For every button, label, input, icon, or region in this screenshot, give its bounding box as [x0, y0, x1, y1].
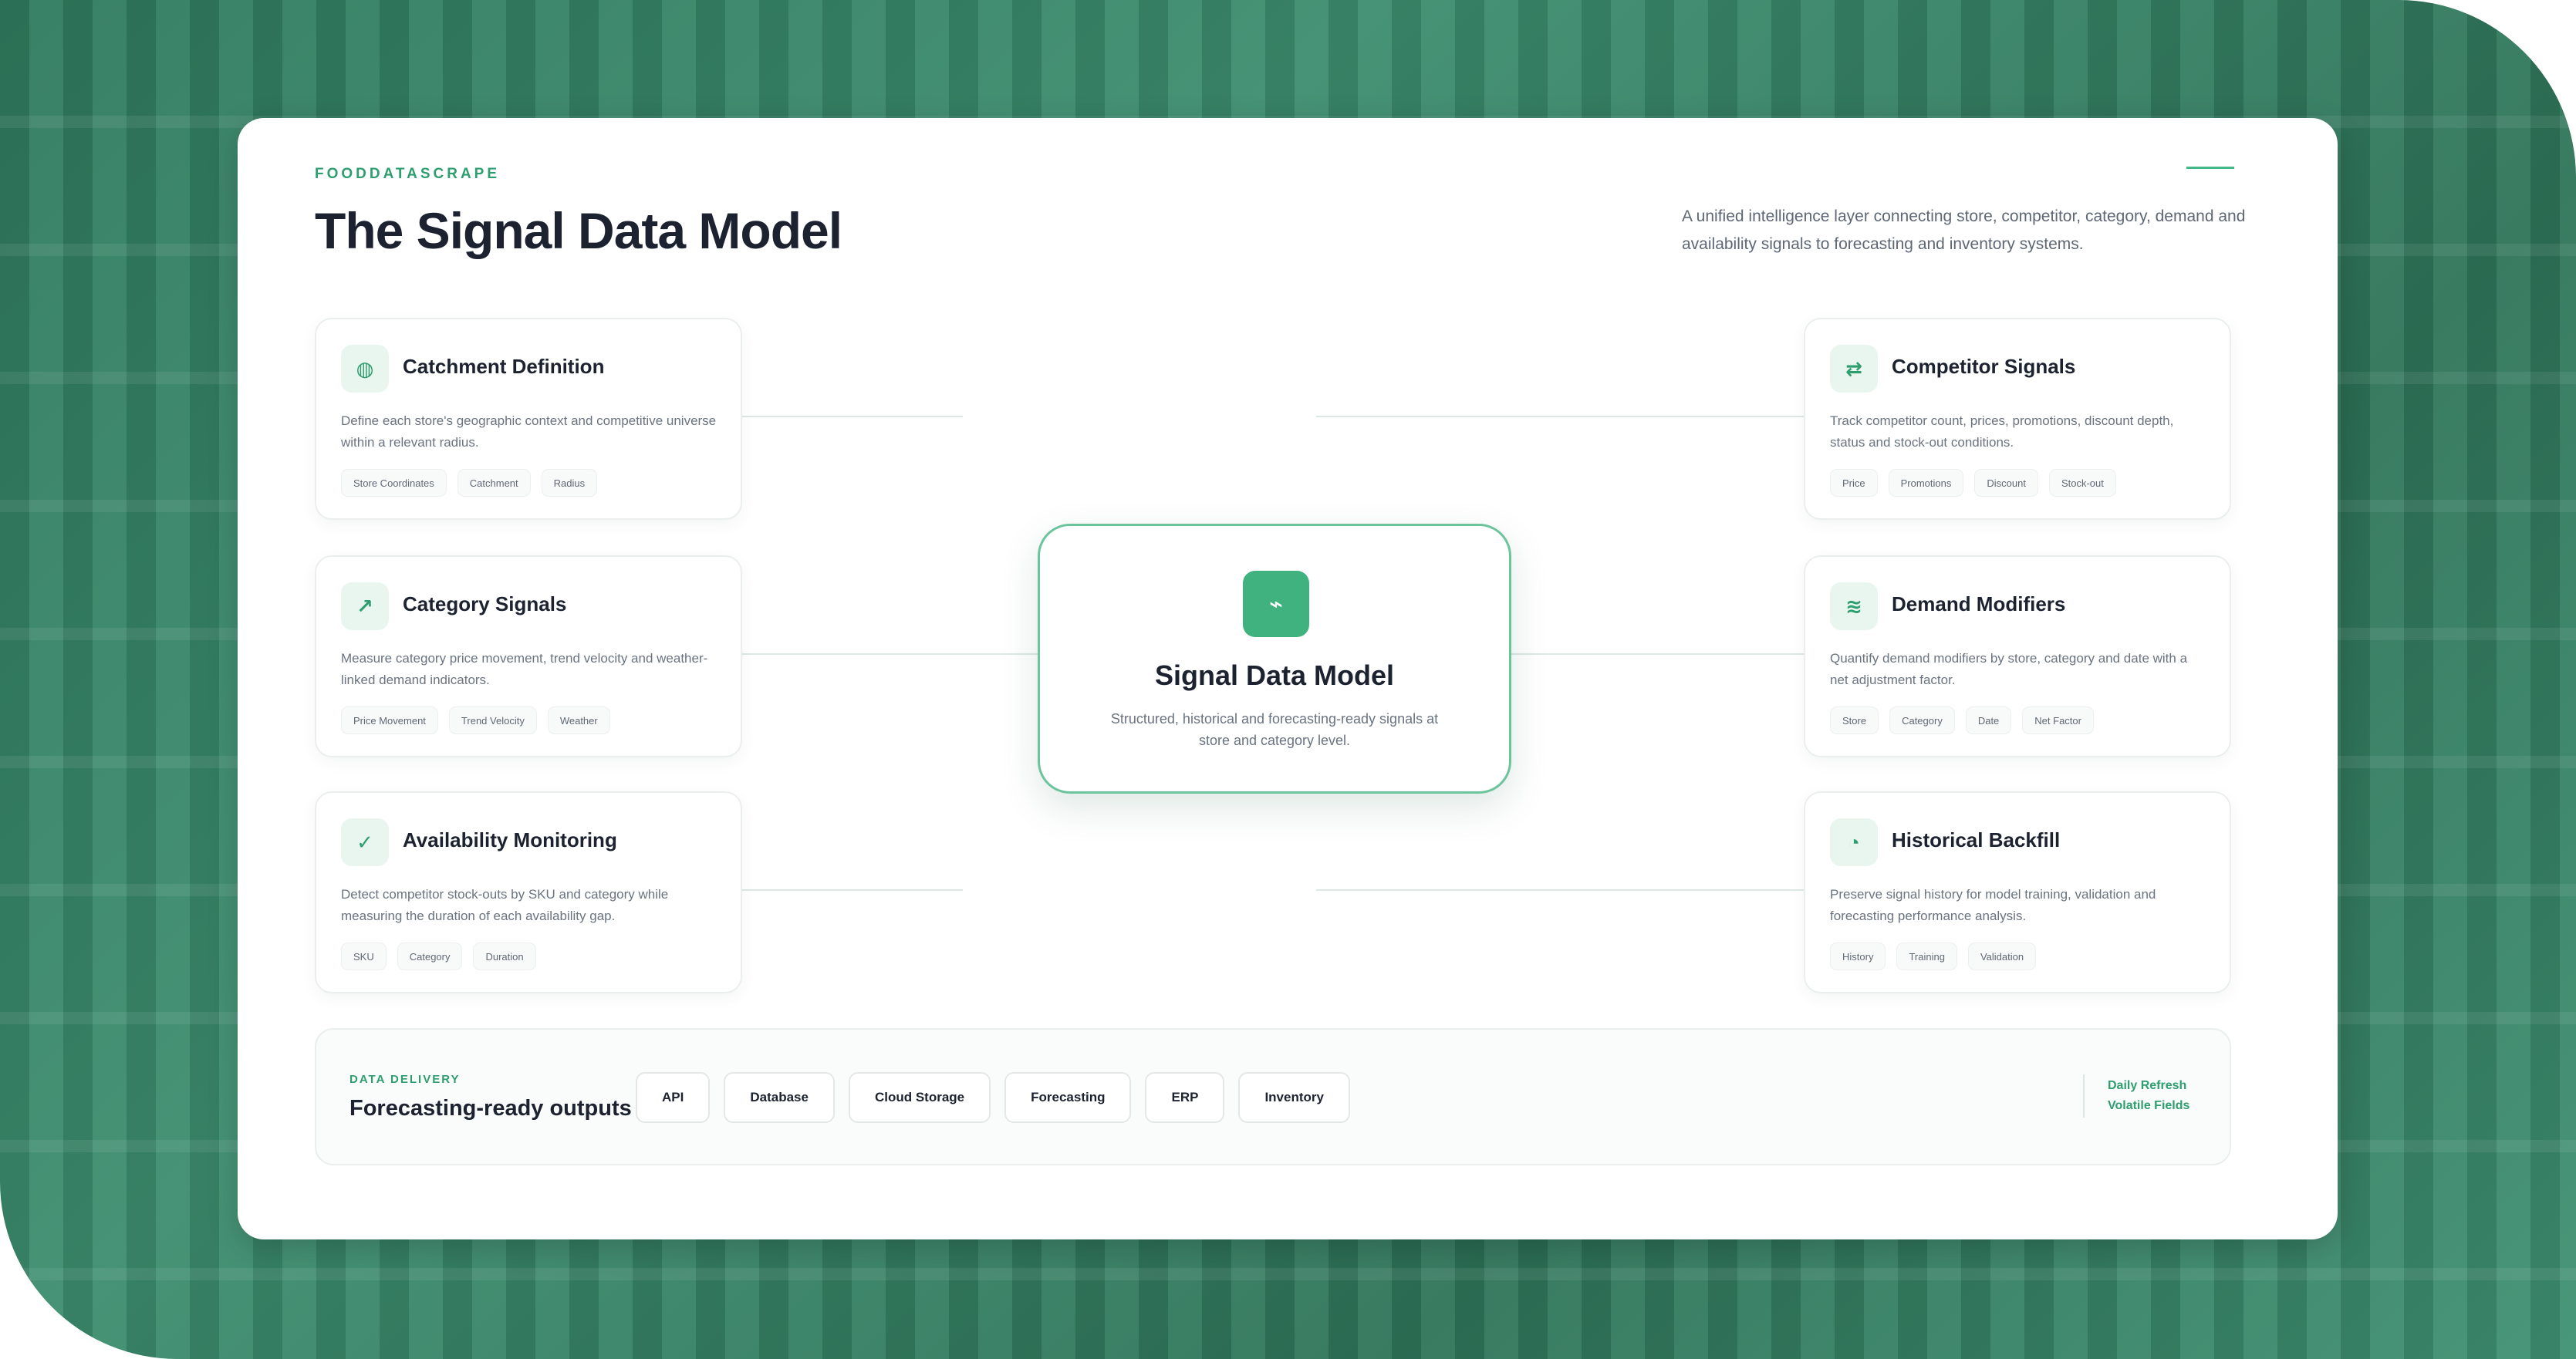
node-title: Competitor Signals	[1892, 355, 2076, 378]
brand-label: FOODDATASCRAPE	[315, 166, 501, 182]
node-title: Historical Backfill	[1892, 828, 2061, 851]
output-forecasting-button[interactable]: Forecasting	[1004, 1072, 1132, 1123]
delivery-divider	[2083, 1074, 2085, 1118]
tag: Validation	[1967, 943, 2037, 970]
daily-refresh-label: Daily Refresh	[2108, 1079, 2187, 1092]
tag: Price Movement	[341, 706, 438, 734]
hub-signal-data-model[interactable]: ⌁ Signal Data Model Structured, historic…	[1038, 524, 1511, 794]
tag: Trend Velocity	[448, 706, 537, 734]
connector-line	[742, 653, 1038, 655]
output-erp-button[interactable]: ERP	[1145, 1072, 1225, 1123]
tag-list: History Training Validation	[1830, 943, 2037, 970]
tag: Net Factor	[2022, 706, 2094, 734]
node-title: Demand Modifiers	[1892, 592, 2066, 615]
delivery-title: Forecasting-ready outputs	[349, 1096, 632, 1121]
tag: Discount	[1974, 469, 2038, 497]
swap-arrows-icon: ⇄	[1830, 345, 1878, 393]
clock-icon: ◔	[1830, 818, 1878, 866]
page-title: The Signal Data Model	[315, 202, 842, 259]
tag: Store Coordinates	[341, 469, 447, 497]
tag: Duration	[473, 943, 536, 970]
output-list: API Database Cloud Storage Forecasting E…	[636, 1072, 1350, 1123]
tag: Date	[1965, 706, 2012, 734]
output-cloud-storage-button[interactable]: Cloud Storage	[848, 1072, 991, 1123]
connector-line	[742, 416, 963, 417]
tag-list: Price Promotions Discount Stock-out	[1830, 469, 2116, 497]
node-description: Preserve signal history for model traini…	[1830, 887, 2156, 923]
node-description: Quantify demand modifiers by store, cate…	[1830, 651, 2188, 687]
tag: Category	[1889, 706, 1955, 734]
tag: Price	[1830, 469, 1878, 497]
tag: SKU	[341, 943, 387, 970]
hub-description: Structured, historical and forecasting-r…	[1110, 711, 1439, 748]
node-title: Category Signals	[403, 592, 567, 615]
wave-icon: ≋	[1830, 582, 1878, 630]
node-demand-modifiers[interactable]: ≋ Demand Modifiers Quantify demand modif…	[1804, 555, 2231, 757]
node-category-signals[interactable]: ↗ Category Signals Measure category pric…	[315, 555, 742, 757]
data-delivery-bar: DATA DELIVERY Forecasting-ready outputs …	[315, 1028, 2231, 1165]
tag: Promotions	[1888, 469, 1964, 497]
tag-list: Price Movement Trend Velocity Weather	[341, 706, 610, 734]
connector-line	[1316, 416, 1805, 417]
tag-list: SKU Category Duration	[341, 943, 536, 970]
connector-line	[1511, 653, 1805, 655]
node-competitor-signals[interactable]: ⇄ Competitor Signals Track competitor co…	[1804, 318, 2231, 520]
trend-arrow-icon: ↗	[341, 582, 389, 630]
connector-line	[742, 889, 963, 891]
tag-list: Store Coordinates Catchment Radius	[341, 469, 598, 497]
tag-list: Store Category Date Net Factor	[1830, 706, 2094, 734]
node-description: Track competitor count, prices, promotio…	[1830, 413, 2174, 450]
delivery-meta: Daily Refresh Volatile Fields	[2108, 1076, 2189, 1116]
delivery-label: DATA DELIVERY	[349, 1073, 461, 1086]
node-catchment-definition[interactable]: ◍ Catchment Definition Define each store…	[315, 318, 742, 520]
checkmark-icon: ✓	[341, 818, 389, 866]
accent-divider	[2186, 167, 2234, 169]
page-subtitle: A unified intelligence layer connecting …	[1682, 207, 2246, 253]
tag: Radius	[541, 469, 598, 497]
tag: History	[1830, 943, 1886, 970]
node-description: Measure category price movement, trend v…	[341, 651, 708, 687]
tag: Catchment	[457, 469, 531, 497]
tag: Store	[1830, 706, 1879, 734]
tag: Training	[1896, 943, 1957, 970]
connector-line	[1316, 889, 1805, 891]
node-title: Availability Monitoring	[403, 828, 617, 851]
volatile-fields-label: Volatile Fields	[2108, 1099, 2190, 1112]
globe-icon: ◍	[341, 345, 389, 393]
tag: Weather	[547, 706, 610, 734]
output-api-button[interactable]: API	[636, 1072, 711, 1123]
node-availability-monitoring[interactable]: ✓ Availability Monitoring Detect competi…	[315, 791, 742, 993]
hub-title: Signal Data Model	[1154, 659, 1395, 691]
node-title: Catchment Definition	[403, 355, 605, 378]
tag: Category	[397, 943, 463, 970]
node-description: Detect competitor stock-outs by SKU and …	[341, 887, 669, 923]
signal-icon: ⌁	[1243, 571, 1309, 637]
node-description: Define each store's geographic context a…	[341, 413, 717, 450]
output-inventory-button[interactable]: Inventory	[1238, 1072, 1350, 1123]
output-database-button[interactable]: Database	[724, 1072, 835, 1123]
diagram-card: FOODDATASCRAPE The Signal Data Model A u…	[238, 118, 2338, 1239]
node-historical-backfill[interactable]: ◔ Historical Backfill Preserve signal hi…	[1804, 791, 2231, 993]
tag: Stock-out	[2048, 469, 2116, 497]
